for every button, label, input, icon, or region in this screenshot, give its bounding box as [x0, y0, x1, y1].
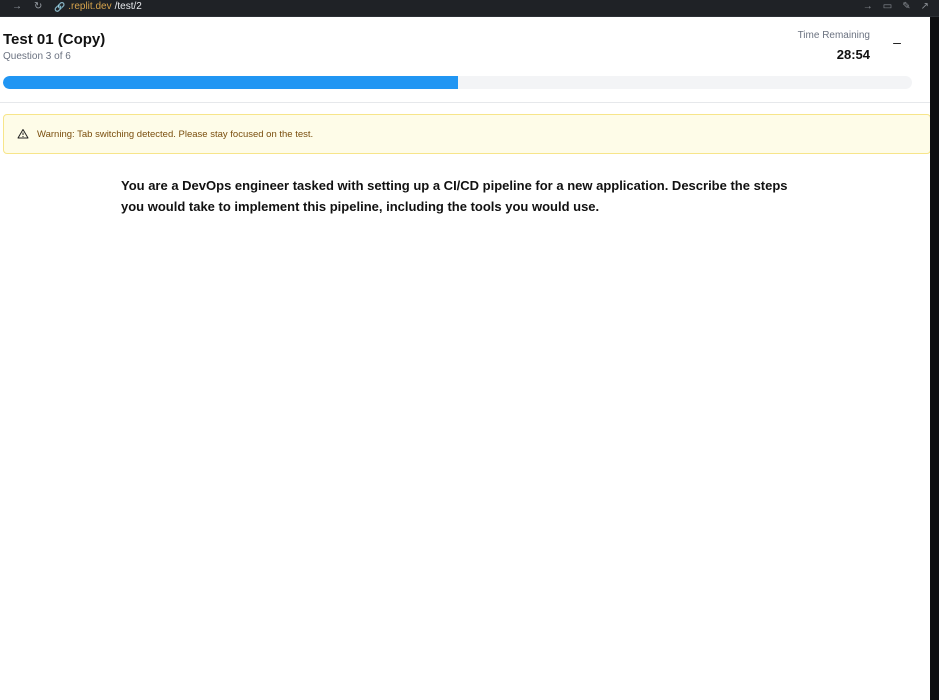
test-app: Test 01 (Copy) Question 3 of 6 Time Rema… — [0, 17, 931, 700]
test-header: Test 01 (Copy) Question 3 of 6 Time Rema… — [0, 17, 930, 103]
progress-bar — [3, 76, 912, 89]
browser-actions: → ▭ ✎ ↗ — [863, 1, 929, 13]
external-link-icon[interactable]: ↗ — [921, 1, 929, 13]
device-icon[interactable]: ▭ — [883, 1, 892, 13]
link-icon: 🔗 — [54, 2, 66, 12]
reload-icon[interactable]: ↻ — [34, 1, 42, 13]
page-title: Test 01 (Copy) — [3, 31, 106, 48]
browser-toolbar: → ↻ 🔗 .replit.dev/test/2 → ▭ ✎ ↗ — [0, 0, 939, 17]
progress-fill — [3, 76, 458, 89]
question-text: You are a DevOps engineer tasked with se… — [121, 178, 788, 214]
timer-value: 28:54 — [836, 47, 870, 62]
forward-icon[interactable]: → — [12, 1, 22, 13]
warning-text: Warning: Tab switching detected. Please … — [37, 128, 314, 140]
browser-nav: → ↻ — [12, 1, 42, 13]
url-path: /test/2 — [114, 1, 142, 12]
address-bar[interactable]: 🔗 .replit.dev/test/2 — [54, 1, 142, 13]
url-domain: .replit.dev — [68, 1, 112, 12]
minimize-button[interactable]: – — [890, 35, 904, 49]
timer-label: Time Remaining — [797, 30, 870, 41]
warning-banner: Warning: Tab switching detected. Please … — [3, 114, 931, 154]
forward-arrow-icon[interactable]: → — [863, 1, 873, 13]
window-edge — [930, 17, 939, 700]
alert-triangle-icon — [17, 129, 29, 139]
question-counter: Question 3 of 6 — [3, 51, 71, 62]
tools-icon[interactable]: ✎ — [902, 1, 910, 13]
